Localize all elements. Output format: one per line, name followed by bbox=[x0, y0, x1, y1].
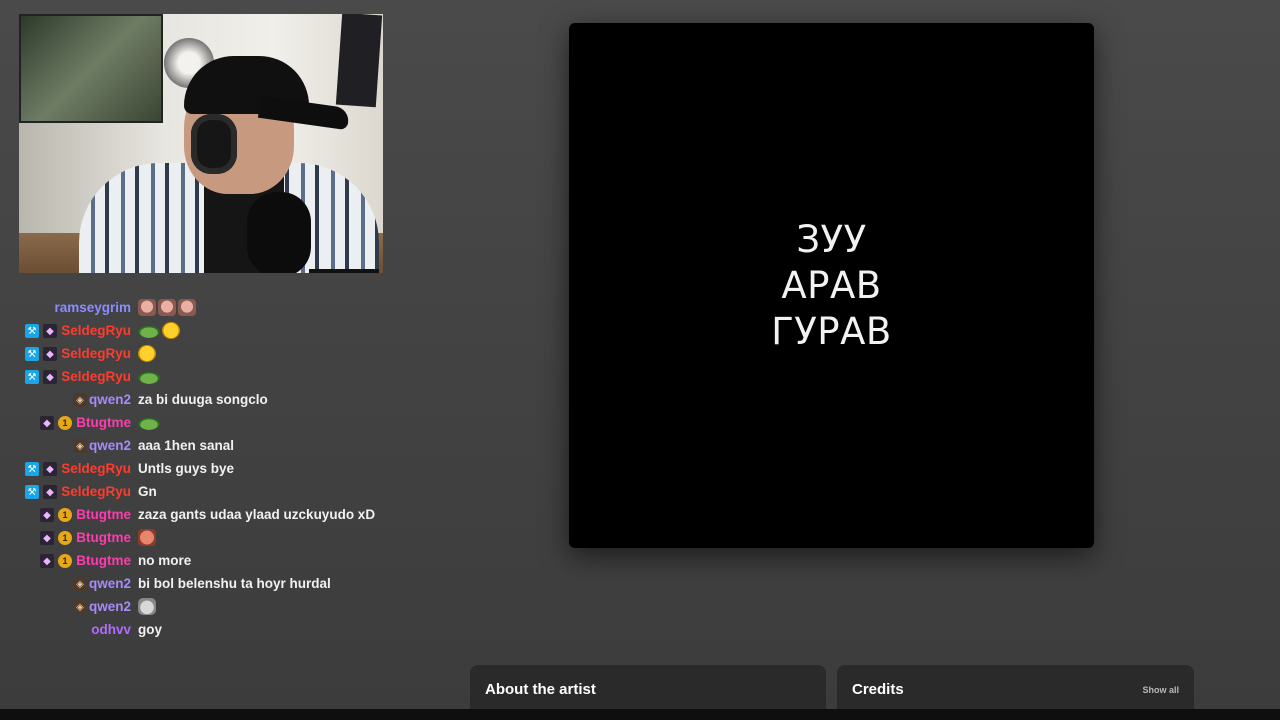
chat-username[interactable]: Btugtme bbox=[76, 553, 131, 568]
chat-message: qwen2 ◈ aaa 1hen sanal bbox=[0, 436, 470, 459]
artist-badge-icon[interactable]: ◈ bbox=[73, 393, 87, 407]
vip-badge-icon[interactable]: ◆ bbox=[40, 416, 54, 430]
chat-message: SeldegRyu ◆ ⚒ bbox=[0, 367, 470, 390]
webcam-window bbox=[19, 14, 163, 123]
moderator-badge-icon[interactable]: ⚒ bbox=[25, 485, 39, 499]
chat-username[interactable]: SeldegRyu bbox=[61, 323, 131, 338]
artist-badge-icon[interactable]: ◈ bbox=[73, 600, 87, 614]
frog-emote-icon[interactable] bbox=[138, 372, 160, 384]
chat-username[interactable]: qwen2 bbox=[89, 392, 131, 407]
moderator-badge-icon[interactable]: ⚒ bbox=[25, 347, 39, 361]
vip-badge-icon[interactable]: ◆ bbox=[43, 485, 57, 499]
moderator-badge-icon[interactable]: ⚒ bbox=[25, 370, 39, 384]
chat-message: odhvv goy bbox=[0, 620, 470, 643]
chat-message-text: Untls guys bye bbox=[138, 461, 235, 476]
chick-emote-icon[interactable] bbox=[162, 322, 180, 339]
webcam-poster bbox=[335, 14, 383, 108]
cover-line-2: АРАВ bbox=[781, 263, 882, 307]
subscriber-badge-icon[interactable]: 1 bbox=[58, 508, 72, 522]
vip-badge-icon[interactable]: ◆ bbox=[43, 462, 57, 476]
chat-username[interactable]: Btugtme bbox=[76, 415, 131, 430]
moderator-badge-icon[interactable]: ⚒ bbox=[25, 324, 39, 338]
album-cover-title: ЗУУ АРАВ ГУРАВ bbox=[771, 217, 892, 355]
chat-username[interactable]: SeldegRyu bbox=[61, 346, 131, 361]
chat-message: Btugtme 1 ◆ no more bbox=[0, 551, 470, 574]
face-emote-icon[interactable] bbox=[158, 299, 176, 316]
face-emote-icon[interactable] bbox=[178, 299, 196, 316]
rage-emote-icon[interactable] bbox=[138, 529, 156, 546]
artist-badge-icon[interactable]: ◈ bbox=[73, 439, 87, 453]
chat-message: SeldegRyu ◆ ⚒ Untls guys bye bbox=[0, 459, 470, 482]
subscriber-badge-icon[interactable]: 1 bbox=[58, 531, 72, 545]
subscriber-badge-icon[interactable]: 1 bbox=[58, 416, 72, 430]
chat-message: SeldegRyu ◆ ⚒ bbox=[0, 321, 470, 344]
headphones bbox=[191, 114, 237, 174]
chat-username[interactable]: ramseygrim bbox=[54, 300, 131, 315]
chat-message-text: za bi duuga songclo bbox=[138, 392, 268, 407]
chat-message: SeldegRyu ◆ ⚒ bbox=[0, 344, 470, 367]
vip-badge-icon[interactable]: ◆ bbox=[43, 324, 57, 338]
chat-message: Btugtme 1 ◆ zaza gants udaa ylaad uzckuyudo… bbox=[0, 505, 470, 528]
chat-username[interactable]: SeldegRyu bbox=[61, 484, 131, 499]
moderator-badge-icon[interactable]: ⚒ bbox=[25, 462, 39, 476]
show-all-link[interactable]: Show all bbox=[1142, 685, 1179, 695]
subscriber-badge-icon[interactable]: 1 bbox=[58, 554, 72, 568]
chat-message: qwen2 ◈ bbox=[0, 597, 470, 620]
chat-message-text: zaza gants udaa ylaad uzckuyudo xD bbox=[138, 507, 376, 522]
cover-line-1: ЗУУ bbox=[796, 217, 867, 261]
chat-username[interactable]: qwen2 bbox=[89, 438, 131, 453]
credits-title: Credits bbox=[852, 681, 904, 698]
face-emote-icon[interactable] bbox=[138, 299, 156, 316]
chat-message: Btugtme 1 ◆ bbox=[0, 413, 470, 436]
chat-message: qwen2 ◈ za bi duuga songclo bbox=[0, 390, 470, 413]
cover-line-3: ГУРАВ bbox=[771, 309, 892, 353]
album-cover[interactable]: ЗУУ АРАВ ГУРАВ bbox=[569, 23, 1094, 548]
chat-message-text: goy bbox=[138, 622, 163, 637]
artist-badge-icon[interactable]: ◈ bbox=[73, 577, 87, 591]
chat-message: ramseygrim bbox=[0, 298, 470, 321]
chat-message: qwen2 ◈ bi bol belenshu ta hoyr hurdal bbox=[0, 574, 470, 597]
chat-username[interactable]: odhvv bbox=[91, 622, 131, 637]
chat-username[interactable]: Btugtme bbox=[76, 530, 131, 545]
chat-username[interactable]: qwen2 bbox=[89, 576, 131, 591]
chat-message: Btugtme 1 ◆ bbox=[0, 528, 470, 551]
chat-username[interactable]: Btugtme bbox=[76, 507, 131, 522]
chick-emote-icon[interactable] bbox=[138, 345, 156, 362]
chat-message: SeldegRyu ◆ ⚒ Gn bbox=[0, 482, 470, 505]
webcam-feed bbox=[19, 14, 383, 273]
mic-arm bbox=[309, 269, 379, 273]
chat-username[interactable]: SeldegRyu bbox=[61, 369, 131, 384]
chat-message-text: Gn bbox=[138, 484, 157, 499]
cat-emote-icon[interactable] bbox=[138, 598, 156, 615]
vip-badge-icon[interactable]: ◆ bbox=[40, 508, 54, 522]
frog-emote-icon[interactable] bbox=[138, 418, 160, 430]
chat-message-text: bi bol belenshu ta hoyr hurdal bbox=[138, 576, 331, 591]
chat-username[interactable]: SeldegRyu bbox=[61, 461, 131, 476]
vip-badge-icon[interactable]: ◆ bbox=[40, 554, 54, 568]
about-artist-title: About the artist bbox=[485, 681, 596, 698]
chat-message-text: no more bbox=[138, 553, 192, 568]
vip-badge-icon[interactable]: ◆ bbox=[43, 347, 57, 361]
bottom-bar bbox=[0, 709, 1280, 720]
microphone bbox=[247, 192, 311, 273]
vip-badge-icon[interactable]: ◆ bbox=[43, 370, 57, 384]
vip-badge-icon[interactable]: ◆ bbox=[40, 531, 54, 545]
frog-emote-icon[interactable] bbox=[138, 326, 160, 338]
chat-message-text: aaa 1hen sanal bbox=[138, 438, 235, 453]
chat-username[interactable]: qwen2 bbox=[89, 599, 131, 614]
